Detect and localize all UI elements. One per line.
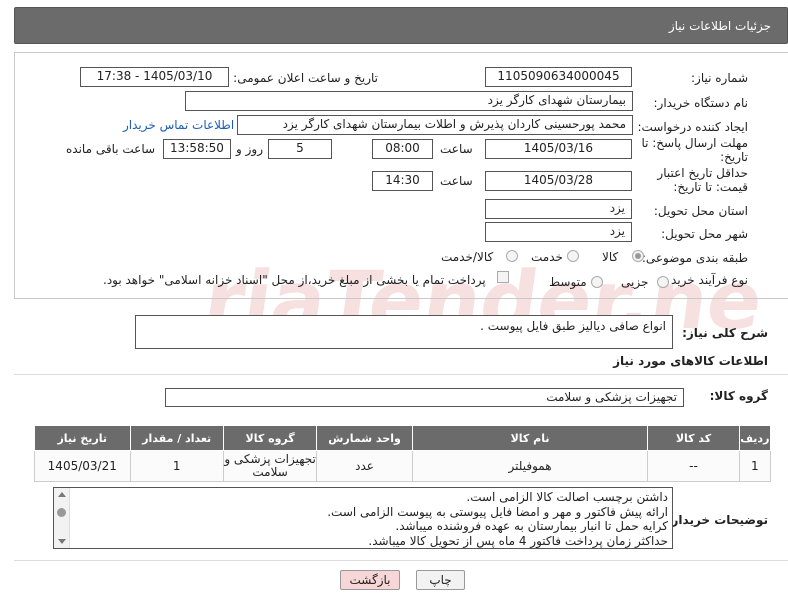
- process-radio-medium[interactable]: [591, 276, 603, 288]
- need-number-field: 1105090634000045: [485, 67, 632, 87]
- validity-time-label: ساعت: [440, 174, 473, 188]
- deadline-label: مهلت ارسال پاسخ: تا تاریخ:: [641, 136, 748, 164]
- creator-field: محمد پورحسینی کاردان پذیرش و اطلات بیمار…: [237, 115, 633, 135]
- days-field: 5: [268, 139, 332, 159]
- items-table: ردیف کد کالا نام کالا واحد شمارش گروه کا…: [34, 425, 772, 482]
- note-line: حداکثر زمان پرداخت فاکتور 4 ماه پس از تح…: [368, 533, 668, 548]
- validity-label: حداقل تاریخ اعتبار قیمت: تا تاریخ:: [657, 166, 748, 194]
- col-unit: واحد شمارش: [316, 425, 413, 451]
- col-row-number: ردیف: [738, 425, 772, 451]
- cell-item-name: هموفیلتر: [411, 450, 649, 482]
- footer-divider: [14, 560, 788, 561]
- buyer-label: نام دستگاه خریدار:: [653, 96, 749, 110]
- deadline-time-field: 08:00: [372, 139, 433, 159]
- col-item-group: گروه کالا: [222, 425, 318, 451]
- creator-label: ایجاد کننده درخواست:: [637, 120, 748, 134]
- contact-link[interactable]: اطلاعات تماس خریدار: [123, 118, 234, 132]
- col-item-code: کد کالا: [647, 425, 740, 451]
- goods-group-label: گروه کالا:: [709, 389, 768, 403]
- process-option-minor: جزیی: [621, 275, 649, 289]
- description-label: شرح کلی نیاز:: [682, 326, 768, 340]
- treasury-checkbox[interactable]: [497, 271, 509, 283]
- category-radio-goods[interactable]: [632, 250, 644, 262]
- buyer-notes-text: داشتن برچسب اصالت کالا الزامی است. ارائه…: [78, 490, 668, 548]
- section-divider: [14, 374, 788, 375]
- cell-item-group: تجهیزات پزشکی و سلامت: [222, 450, 318, 482]
- scroll-thumb[interactable]: [57, 508, 66, 517]
- table-header-row: ردیف کد کالا نام کالا واحد شمارش گروه کا…: [34, 425, 772, 451]
- cell-row-number: 1: [738, 450, 772, 482]
- buyer-notes-label: توضیحات خریدار:: [666, 513, 768, 527]
- process-label: نوع فرآیند خرید :: [663, 273, 748, 287]
- buyer-notes-box: داشتن برچسب اصالت کالا الزامی است. ارائه…: [53, 487, 673, 549]
- cell-quantity: 1: [129, 450, 224, 482]
- scroll-down-icon[interactable]: [58, 539, 66, 544]
- col-item-name: نام کالا: [411, 425, 649, 451]
- treasury-note: پرداخت تمام یا بخشی از مبلغ خرید،از محل …: [103, 273, 486, 287]
- city-label: شهر محل تحویل:: [661, 227, 748, 241]
- cell-need-date: 1405/03/21: [34, 450, 131, 482]
- note-line: ارائه پیش فاکتور و مهر و امضا فایل پیوست…: [327, 504, 668, 519]
- category-label: طبقه بندی موضوعی:: [641, 251, 748, 265]
- col-need-date: تاریخ نیاز: [34, 425, 131, 451]
- category-radio-service[interactable]: [567, 250, 579, 262]
- description-text: انواع صافی دیالیز طبق فایل پیوست .: [480, 319, 666, 333]
- back-button[interactable]: بازگشت: [340, 570, 400, 590]
- deadline-date-field: 1405/03/16: [485, 139, 632, 159]
- note-line: داشتن برچسب اصالت کالا الزامی است.: [466, 490, 668, 504]
- process-radio-minor[interactable]: [657, 276, 669, 288]
- category-option-goods: کالا: [602, 250, 619, 264]
- remaining-time-field: 13:58:50: [163, 139, 231, 159]
- panel-title: جزئیات اطلاعات نیاز: [668, 19, 771, 33]
- remaining-label: ساعت باقی مانده: [66, 142, 156, 156]
- deadline-time-label: ساعت: [440, 142, 473, 156]
- goods-section-title: اطلاعات کالاهای مورد نیاز: [613, 354, 768, 368]
- province-label: استان محل تحویل:: [653, 204, 748, 218]
- validity-time-field: 14:30: [372, 171, 433, 191]
- process-option-medium: متوسط: [549, 275, 587, 289]
- panel-header: جزئیات اطلاعات نیاز: [14, 7, 788, 44]
- province-field: یزد: [485, 199, 632, 219]
- cell-item-code: --: [647, 450, 740, 482]
- category-option-service: خدمت: [531, 250, 563, 264]
- buyer-field: بیمارستان شهدای کارگر یزد: [185, 91, 633, 111]
- announce-label: تاریخ و ساعت اعلان عمومی:: [233, 71, 378, 85]
- note-line: کرایه حمل تا انبار بیمارستان به عهده فرو…: [395, 519, 668, 533]
- col-quantity: تعداد / مقدار: [129, 425, 224, 451]
- category-option-goods-service: کالا/خدمت: [441, 250, 494, 264]
- notes-scrollbar[interactable]: [54, 488, 70, 548]
- validity-date-field: 1405/03/28: [485, 171, 632, 191]
- description-field: انواع صافی دیالیز طبق فایل پیوست .: [135, 315, 673, 349]
- goods-group-field: تجهیزات پزشکی و سلامت: [165, 388, 684, 407]
- table-row: 1 -- هموفیلتر عدد تجهیزات پزشکی و سلامت …: [34, 450, 772, 482]
- category-radio-goods-service[interactable]: [506, 250, 518, 262]
- print-button[interactable]: چاپ: [416, 570, 465, 590]
- announce-field: 1405/03/10 - 17:38: [80, 67, 229, 87]
- cell-unit: عدد: [316, 450, 413, 482]
- scroll-up-icon[interactable]: [58, 492, 66, 497]
- days-label: روز و: [236, 142, 263, 156]
- city-field: یزد: [485, 222, 632, 242]
- need-number-label: شماره نیاز:: [691, 71, 748, 85]
